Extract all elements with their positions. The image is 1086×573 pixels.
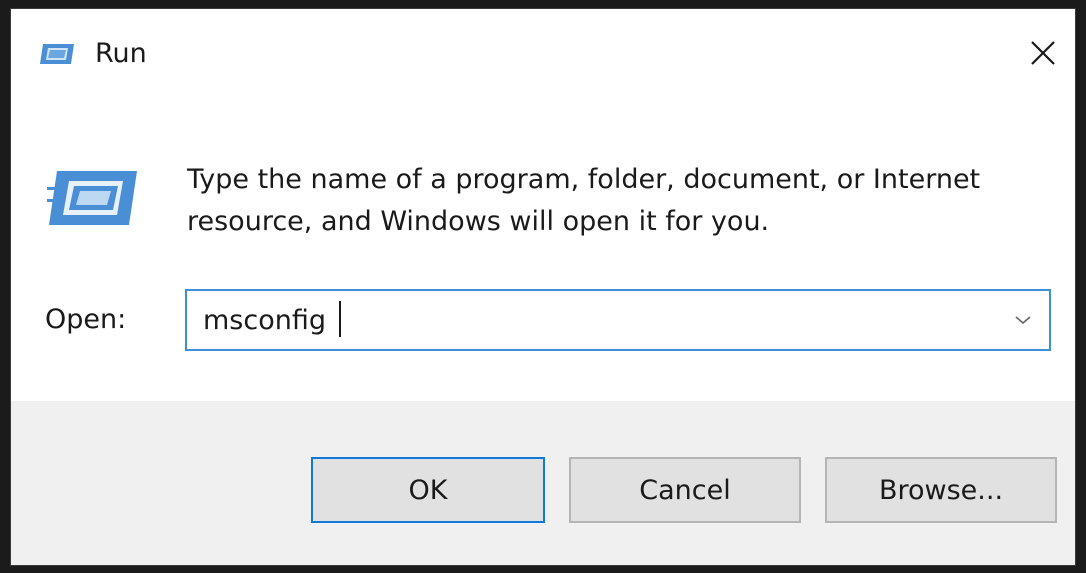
run-icon (47, 171, 137, 225)
dropdown-button[interactable] (1003, 291, 1043, 349)
chevron-down-icon (1015, 316, 1031, 325)
open-input[interactable] (187, 291, 987, 349)
browse-button[interactable]: Browse... (825, 457, 1057, 523)
run-icon (40, 44, 74, 64)
button-bar: OK Cancel Browse... (11, 401, 1075, 565)
run-dialog: Run Type the name of a program, folder, … (10, 8, 1076, 566)
text-cursor (339, 301, 341, 337)
window-title: Run (95, 38, 147, 69)
open-label: Open: (45, 304, 127, 335)
cancel-button[interactable]: Cancel (569, 457, 801, 523)
dialog-body: Type the name of a program, folder, docu… (11, 97, 1075, 401)
title-bar[interactable]: Run (11, 9, 1075, 97)
description-text: Type the name of a program, folder, docu… (187, 164, 981, 237)
ok-button[interactable]: OK (311, 457, 545, 523)
close-icon (1031, 41, 1055, 65)
close-button[interactable] (1019, 29, 1067, 77)
open-combobox[interactable] (185, 289, 1051, 351)
